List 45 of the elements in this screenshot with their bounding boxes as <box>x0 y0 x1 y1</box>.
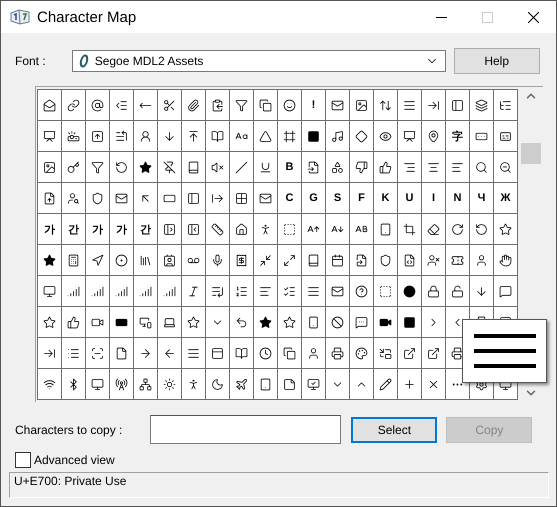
glyph-character: Ж <box>500 192 510 204</box>
font-name: Segoe MDL2 Assets <box>94 54 204 68</box>
glyph-character: 간 <box>140 222 151 236</box>
glyph-cell[interactable]: U <box>398 183 421 213</box>
glyph-character: S <box>334 192 342 204</box>
glyph-cell[interactable]: 가 <box>86 214 109 244</box>
window-title: Character Map <box>37 8 138 26</box>
glyph-cell[interactable]: 가 <box>110 214 133 244</box>
glyph-character: G <box>309 192 318 204</box>
status-bar: U+E700: Private Use <box>9 472 549 498</box>
characters-to-copy-label: Characters to copy : <box>15 422 122 436</box>
glyph-cell[interactable]: F <box>350 183 373 213</box>
glyph-cell[interactable]: Ч <box>470 183 493 213</box>
glyph-cell[interactable]: 가 <box>38 214 61 244</box>
advanced-view-label: Advanced view <box>34 453 115 467</box>
glyph-character: 가 <box>44 222 55 236</box>
glyph-cell[interactable]: G <box>302 183 325 213</box>
glyph-character: B <box>286 161 294 173</box>
font-dropdown[interactable]: Segoe MDL2 Assets <box>72 50 446 72</box>
glyph-cell[interactable]: I <box>422 183 445 213</box>
glyph-character: 가 <box>116 222 127 236</box>
glyph-cell[interactable]: 간 <box>62 214 85 244</box>
glyph-character: ! <box>312 99 316 111</box>
glyph-character: 字 <box>452 130 463 144</box>
glyph-cell[interactable]: C <box>278 183 301 213</box>
glyph-cell[interactable]: 字 <box>446 121 469 151</box>
glyph-cell[interactable]: K <box>374 183 397 213</box>
glyph-character: N <box>454 192 462 204</box>
font-label: Font : <box>15 54 46 68</box>
glyph-character: I <box>432 192 436 204</box>
glyph-cell[interactable]: Ж <box>494 183 517 213</box>
glyph-character: 간 <box>68 222 79 236</box>
glyph-cell[interactable]: N <box>446 183 469 213</box>
glyph-character: U <box>406 192 414 204</box>
glyph-cell[interactable]: B <box>278 152 301 182</box>
glyph-character: C <box>286 192 294 204</box>
select-button[interactable]: Select <box>351 416 438 442</box>
glyph-character: 가 <box>92 222 103 236</box>
glyph-cell[interactable]: 간 <box>134 214 157 244</box>
glyph-character: Ч <box>478 192 486 204</box>
glyph-character: F <box>358 192 365 204</box>
glyph-character: K <box>382 192 390 204</box>
glyph-cell[interactable]: ! <box>302 90 325 120</box>
help-button[interactable]: Help <box>454 48 540 74</box>
glyph-cell[interactable]: S <box>326 183 349 213</box>
